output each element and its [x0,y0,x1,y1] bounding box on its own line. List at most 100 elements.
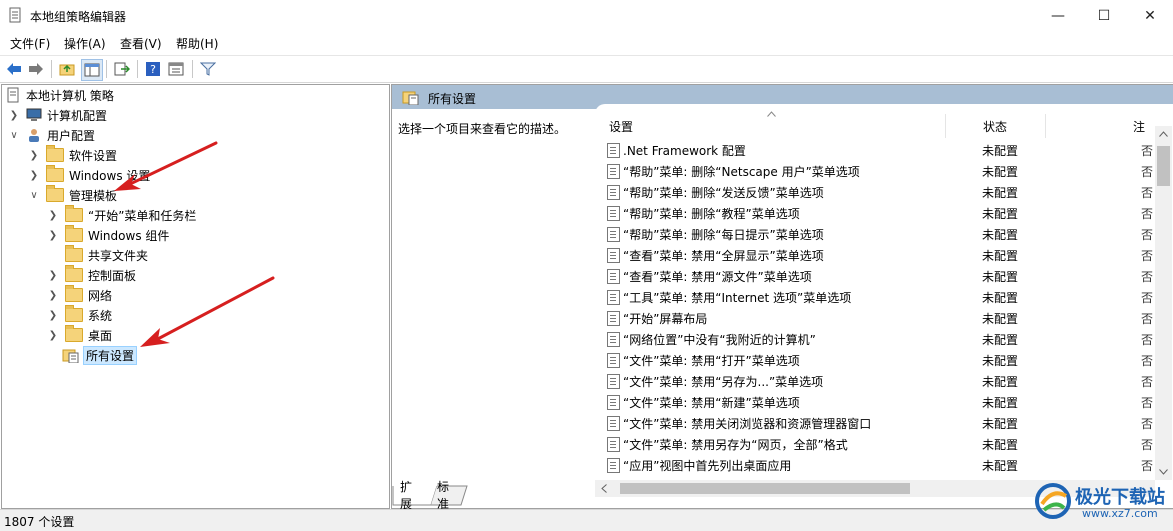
settings-row[interactable]: .Net Framework 配置 未配置 否 [595,140,1155,161]
setting-state: 未配置 [982,144,1019,158]
settings-pane: 所有设置 选择一个项目来查看它的描述。 设置 状态 注 .Net Framewo… [391,84,1173,509]
setting-note: 否 [1141,270,1154,284]
setting-state: 未配置 [982,396,1019,410]
column-divider[interactable] [945,114,946,138]
setting-doc-icon [607,311,620,326]
column-setting[interactable]: 设置 [609,118,633,135]
menu-view[interactable]: 查看(V) [120,35,162,52]
help-icon[interactable]: ? [143,59,163,79]
settings-row[interactable]: “帮助”菜单: 删除“每日提示”菜单选项 未配置 否 [595,224,1155,245]
toolbar: ? [0,55,1173,83]
settings-row[interactable]: “文件”菜单: 禁用“打开”菜单选项 未配置 否 [595,350,1155,371]
settings-row[interactable]: “文件”菜单: 禁用另存为“网页，全部”格式 未配置 否 [595,434,1155,455]
minimize-button[interactable]: — [1035,0,1081,31]
setting-note: 否 [1141,438,1154,452]
setting-state: 未配置 [982,417,1019,431]
maximize-button[interactable]: ☐ [1081,0,1127,31]
settings-row[interactable]: “帮助”菜单: 删除“教程”菜单选项 未配置 否 [595,203,1155,224]
settings-row[interactable]: “开始”屏幕布局 未配置 否 [595,308,1155,329]
properties-icon[interactable] [166,59,186,79]
scroll-left-icon[interactable] [601,484,607,493]
tab-extended[interactable]: 扩展 [392,480,420,511]
setting-doc-icon [607,248,620,263]
setting-state: 未配置 [982,333,1019,347]
scroll-up-icon[interactable] [1159,131,1168,137]
setting-name: “网络位置”中没有“我附近的计算机” [623,333,816,347]
settings-row[interactable]: “查看”菜单: 禁用“全屏显示”菜单选项 未配置 否 [595,245,1155,266]
setting-note: 否 [1141,375,1154,389]
forward-icon[interactable] [26,59,46,79]
setting-name: “开始”屏幕布局 [623,312,708,326]
export-list-icon[interactable] [112,59,132,79]
setting-name: “文件”菜单: 禁用“新建”菜单选项 [623,396,800,410]
setting-state: 未配置 [982,291,1019,305]
horizontal-scroll-thumb[interactable] [620,483,910,494]
policy-tree: 本地计算机 策略 ❯ 计算机配置 ∨ 用户配置 ❯ 软件设置 ❯ Windows… [1,84,390,509]
setting-name: “应用”视图中首先列出桌面应用 [623,459,792,473]
setting-name: “查看”菜单: 禁用“全屏显示”菜单选项 [623,249,824,263]
setting-name: “帮助”菜单: 删除“教程”菜单选项 [623,207,800,221]
setting-state: 未配置 [982,270,1019,284]
menu-action[interactable]: 操作(A) [64,35,106,52]
back-icon[interactable] [4,59,24,79]
settings-row[interactable]: “查看”菜单: 禁用“源文件”菜单选项 未配置 否 [595,266,1155,287]
setting-doc-icon [607,290,620,305]
watermark: 极光下载站 www.xz7.com [1020,478,1170,528]
tab-standard[interactable]: 标准 [429,480,457,511]
annotation-arrows [114,141,275,347]
up-folder-icon[interactable] [57,59,77,79]
setting-note: 否 [1141,291,1154,305]
show-hide-tree-icon[interactable] [81,59,103,81]
setting-state: 未配置 [982,438,1019,452]
close-button[interactable]: ✕ [1127,0,1173,31]
setting-doc-icon [607,164,620,179]
setting-state: 未配置 [982,228,1019,242]
settings-row[interactable]: “文件”菜单: 禁用关闭浏览器和资源管理器窗口 未配置 否 [595,413,1155,434]
column-state[interactable]: 状态 [983,118,1007,135]
setting-doc-icon [607,269,620,284]
setting-note: 否 [1141,333,1154,347]
menu-help[interactable]: 帮助(H) [176,35,218,52]
window-title: 本地组策略编辑器 [30,10,127,24]
setting-name: “工具”菜单: 禁用“Internet 选项”菜单选项 [623,291,852,305]
settings-row[interactable]: “帮助”菜单: 删除“发送反馈”菜单选项 未配置 否 [595,182,1155,203]
menu-file[interactable]: 文件(F) [10,35,50,52]
settings-row[interactable]: “网络位置”中没有“我附近的计算机” 未配置 否 [595,329,1155,350]
vertical-scrollbar[interactable] [1155,126,1172,480]
setting-doc-icon [607,437,620,452]
setting-name: “文件”菜单: 禁用关闭浏览器和资源管理器窗口 [623,417,872,431]
title-bar: 本地组策略编辑器 — ☐ ✕ [0,0,1173,31]
toolbar-separator [192,60,193,78]
setting-note: 否 [1141,312,1154,326]
setting-note: 否 [1141,228,1154,242]
column-header: 设置 状态 注 [595,104,1155,140]
settings-row[interactable]: “文件”菜单: 禁用“另存为...”菜单选项 未配置 否 [595,371,1155,392]
setting-note: 否 [1141,186,1154,200]
column-note[interactable]: 注 [1133,118,1145,135]
setting-doc-icon [607,416,620,431]
annotation-arrow-2 [140,276,275,347]
settings-list: 设置 状态 注 .Net Framework 配置 未配置否 “帮助”菜单: 删除“… [595,104,1173,497]
setting-state: 未配置 [982,312,1019,326]
watermark-logo-icon [1035,483,1071,519]
setting-doc-icon [607,143,620,158]
setting-doc-icon [607,227,620,242]
settings-row[interactable]: “应用”视图中首先列出桌面应用 未配置 否 [595,455,1155,476]
pane-header-title: 所有设置 [428,92,477,106]
description-text: 选择一个项目来查看它的描述。 [398,122,567,136]
setting-doc-icon [607,332,620,347]
settings-row[interactable]: “帮助”菜单: 删除“Netscape 用户”菜单选项 未配置 否 [595,161,1155,182]
settings-row[interactable]: “文件”菜单: 禁用“新建”菜单选项 未配置 否 [595,392,1155,413]
svg-text:?: ? [150,63,156,76]
setting-note: 否 [1141,207,1154,221]
status-bar: 1807 个设置 [0,509,1173,531]
toolbar-separator [51,60,52,78]
column-divider[interactable] [1045,114,1046,138]
scroll-down-icon[interactable] [1159,469,1168,475]
setting-doc-icon [607,185,620,200]
setting-name: “文件”菜单: 禁用“打开”菜单选项 [623,354,800,368]
filter-icon[interactable] [198,59,218,79]
setting-state: 未配置 [982,186,1019,200]
vertical-scroll-thumb[interactable] [1157,146,1170,186]
settings-row[interactable]: “工具”菜单: 禁用“Internet 选项”菜单选项 未配置 否 [595,287,1155,308]
